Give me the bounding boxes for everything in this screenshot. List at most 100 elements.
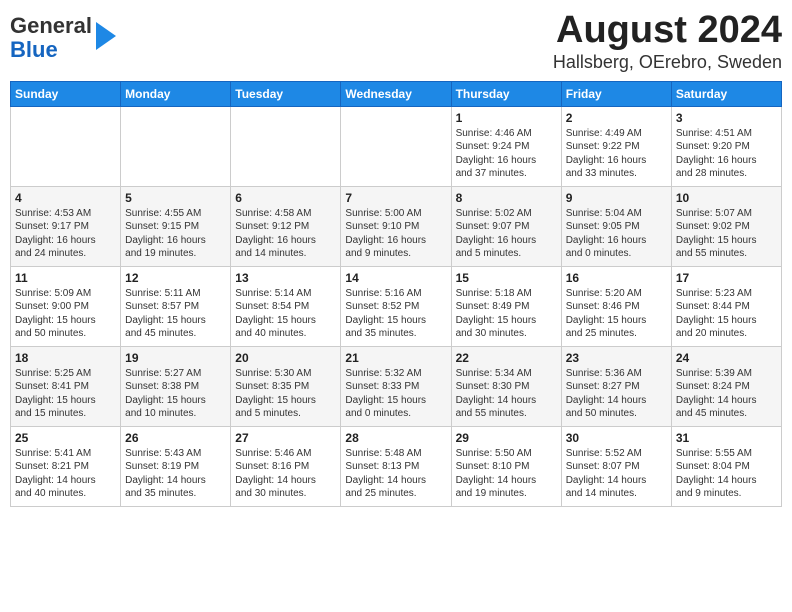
calendar-cell: 19Sunrise: 5:27 AM Sunset: 8:38 PM Dayli…: [121, 346, 231, 426]
day-number: 17: [676, 271, 777, 285]
page-title: August 2024: [553, 10, 782, 52]
calendar-cell: 1Sunrise: 4:46 AM Sunset: 9:24 PM Daylig…: [451, 106, 561, 186]
calendar-cell: 3 Sunrise: 4:51 AM Sunset: 9:20 PM Daylig…: [671, 106, 781, 186]
day-info: Sunrise: 5:50 AM Sunset: 8:10 PM Dayligh…: [456, 447, 557, 501]
page-subtitle: Hallsberg, OErebro, Sweden: [553, 52, 782, 73]
day-number: 21: [345, 351, 446, 365]
day-info: Sunrise: 4:51 AM Sunset: 9:20 PM Dayligh…: [676, 127, 777, 181]
day-info: Sunrise: 5:48 AM Sunset: 8:13 PM Dayligh…: [345, 447, 446, 501]
day-info: Sunrise: 4:49 AM Sunset: 9:22 PM Dayligh…: [566, 127, 667, 181]
col-header-saturday: Saturday: [671, 81, 781, 106]
calendar-cell: 29 Sunrise: 5:50 AM Sunset: 8:10 PM Dayli…: [451, 426, 561, 506]
calendar-cell: 26Sunrise: 5:43 AM Sunset: 8:19 PM Dayli…: [121, 426, 231, 506]
day-info: Sunrise: 5:23 AM Sunset: 8:44 PM Dayligh…: [676, 287, 777, 341]
calendar-cell: 13Sunrise: 5:14 AM Sunset: 8:54 PM Dayli…: [231, 266, 341, 346]
calendar-cell: 20Sunrise: 5:30 AM Sunset: 8:35 PM Dayli…: [231, 346, 341, 426]
calendar-week-2: 4Sunrise: 4:53 AM Sunset: 9:17 PM Daylig…: [11, 186, 782, 266]
calendar-cell: 30Sunrise: 5:52 AM Sunset: 8:07 PM Dayli…: [561, 426, 671, 506]
calendar-cell: 21 Sunrise: 5:32 AM Sunset: 8:33 PM Dayli…: [341, 346, 451, 426]
day-info: Sunrise: 5:20 AM Sunset: 8:46 PM Dayligh…: [566, 287, 667, 341]
day-info: Sunrise: 5:39 AM Sunset: 8:24 PM Dayligh…: [676, 367, 777, 421]
day-number: 11: [15, 271, 116, 285]
day-number: 15: [456, 271, 557, 285]
calendar-cell: 14 Sunrise: 5:16 AM Sunset: 8:52 PM Dayli…: [341, 266, 451, 346]
calendar-cell: [11, 106, 121, 186]
calendar-cell: 15Sunrise: 5:18 AM Sunset: 8:49 PM Dayli…: [451, 266, 561, 346]
day-number: 3: [676, 111, 777, 125]
calendar-week-4: 18 Sunrise: 5:25 AM Sunset: 8:41 PM Dayli…: [11, 346, 782, 426]
calendar-cell: 4Sunrise: 4:53 AM Sunset: 9:17 PM Daylig…: [11, 186, 121, 266]
day-number: 26: [125, 431, 226, 445]
calendar-table: SundayMondayTuesdayWednesdayThursdayFrid…: [10, 81, 782, 507]
logo: General Blue: [10, 14, 116, 62]
day-number: 4: [15, 191, 116, 205]
day-number: 14: [345, 271, 446, 285]
day-number: 9: [566, 191, 667, 205]
day-info: Sunrise: 5:55 AM Sunset: 8:04 PM Dayligh…: [676, 447, 777, 501]
day-info: Sunrise: 5:00 AM Sunset: 9:10 PM Dayligh…: [345, 207, 446, 261]
day-number: 6: [235, 191, 336, 205]
col-header-friday: Friday: [561, 81, 671, 106]
day-info: Sunrise: 5:27 AM Sunset: 8:38 PM Dayligh…: [125, 367, 226, 421]
calendar-header-row: SundayMondayTuesdayWednesdayThursdayFrid…: [11, 81, 782, 106]
col-header-wednesday: Wednesday: [341, 81, 451, 106]
calendar-cell: 18 Sunrise: 5:25 AM Sunset: 8:41 PM Dayli…: [11, 346, 121, 426]
day-info: Sunrise: 5:04 AM Sunset: 9:05 PM Dayligh…: [566, 207, 667, 261]
calendar-cell: 24Sunrise: 5:39 AM Sunset: 8:24 PM Dayli…: [671, 346, 781, 426]
col-header-sunday: Sunday: [11, 81, 121, 106]
day-info: Sunrise: 5:32 AM Sunset: 8:33 PM Dayligh…: [345, 367, 446, 421]
day-number: 10: [676, 191, 777, 205]
logo-text: General Blue: [10, 14, 92, 62]
day-number: 27: [235, 431, 336, 445]
logo-arrow-icon: [96, 22, 116, 50]
day-info: Sunrise: 5:11 AM Sunset: 8:57 PM Dayligh…: [125, 287, 226, 341]
day-number: 30: [566, 431, 667, 445]
day-number: 31: [676, 431, 777, 445]
calendar-cell: 31 Sunrise: 5:55 AM Sunset: 8:04 PM Dayli…: [671, 426, 781, 506]
page-header: General Blue August 2024 Hallsberg, OEre…: [10, 10, 782, 73]
day-number: 16: [566, 271, 667, 285]
day-number: 29: [456, 431, 557, 445]
day-number: 2: [566, 111, 667, 125]
calendar-cell: 5Sunrise: 4:55 AM Sunset: 9:15 PM Daylig…: [121, 186, 231, 266]
day-number: 22: [456, 351, 557, 365]
day-info: Sunrise: 5:16 AM Sunset: 8:52 PM Dayligh…: [345, 287, 446, 341]
calendar-cell: [231, 106, 341, 186]
day-info: Sunrise: 5:46 AM Sunset: 8:16 PM Dayligh…: [235, 447, 336, 501]
col-header-monday: Monday: [121, 81, 231, 106]
calendar-cell: [341, 106, 451, 186]
calendar-week-5: 25Sunrise: 5:41 AM Sunset: 8:21 PM Dayli…: [11, 426, 782, 506]
calendar-cell: 7Sunrise: 5:00 AM Sunset: 9:10 PM Daylig…: [341, 186, 451, 266]
day-info: Sunrise: 5:36 AM Sunset: 8:27 PM Dayligh…: [566, 367, 667, 421]
calendar-week-3: 11 Sunrise: 5:09 AM Sunset: 9:00 PM Dayli…: [11, 266, 782, 346]
day-number: 25: [15, 431, 116, 445]
day-number: 18: [15, 351, 116, 365]
calendar-cell: [121, 106, 231, 186]
calendar-cell: 16 Sunrise: 5:20 AM Sunset: 8:46 PM Dayli…: [561, 266, 671, 346]
calendar-cell: 17 Sunrise: 5:23 AM Sunset: 8:44 PM Dayli…: [671, 266, 781, 346]
calendar-cell: 25Sunrise: 5:41 AM Sunset: 8:21 PM Dayli…: [11, 426, 121, 506]
calendar-cell: 9 Sunrise: 5:04 AM Sunset: 9:05 PM Daylig…: [561, 186, 671, 266]
calendar-cell: 10 Sunrise: 5:07 AM Sunset: 9:02 PM Dayli…: [671, 186, 781, 266]
calendar-cell: 12 Sunrise: 5:11 AM Sunset: 8:57 PM Dayli…: [121, 266, 231, 346]
col-header-thursday: Thursday: [451, 81, 561, 106]
day-number: 8: [456, 191, 557, 205]
day-info: Sunrise: 5:14 AM Sunset: 8:54 PM Dayligh…: [235, 287, 336, 341]
calendar-cell: 6 Sunrise: 4:58 AM Sunset: 9:12 PM Daylig…: [231, 186, 341, 266]
title-block: August 2024 Hallsberg, OErebro, Sweden: [553, 10, 782, 73]
calendar-cell: 11 Sunrise: 5:09 AM Sunset: 9:00 PM Dayli…: [11, 266, 121, 346]
day-number: 28: [345, 431, 446, 445]
day-info: Sunrise: 4:46 AM Sunset: 9:24 PM Dayligh…: [456, 127, 557, 181]
day-info: Sunrise: 5:07 AM Sunset: 9:02 PM Dayligh…: [676, 207, 777, 261]
day-info: Sunrise: 5:25 AM Sunset: 8:41 PM Dayligh…: [15, 367, 116, 421]
day-info: Sunrise: 5:34 AM Sunset: 8:30 PM Dayligh…: [456, 367, 557, 421]
calendar-cell: 8Sunrise: 5:02 AM Sunset: 9:07 PM Daylig…: [451, 186, 561, 266]
col-header-tuesday: Tuesday: [231, 81, 341, 106]
calendar-cell: 22 Sunrise: 5:34 AM Sunset: 8:30 PM Dayli…: [451, 346, 561, 426]
day-info: Sunrise: 5:09 AM Sunset: 9:00 PM Dayligh…: [15, 287, 116, 341]
calendar-cell: 2 Sunrise: 4:49 AM Sunset: 9:22 PM Daylig…: [561, 106, 671, 186]
day-info: Sunrise: 5:30 AM Sunset: 8:35 PM Dayligh…: [235, 367, 336, 421]
day-number: 12: [125, 271, 226, 285]
day-info: Sunrise: 4:58 AM Sunset: 9:12 PM Dayligh…: [235, 207, 336, 261]
calendar-week-1: 1Sunrise: 4:46 AM Sunset: 9:24 PM Daylig…: [11, 106, 782, 186]
